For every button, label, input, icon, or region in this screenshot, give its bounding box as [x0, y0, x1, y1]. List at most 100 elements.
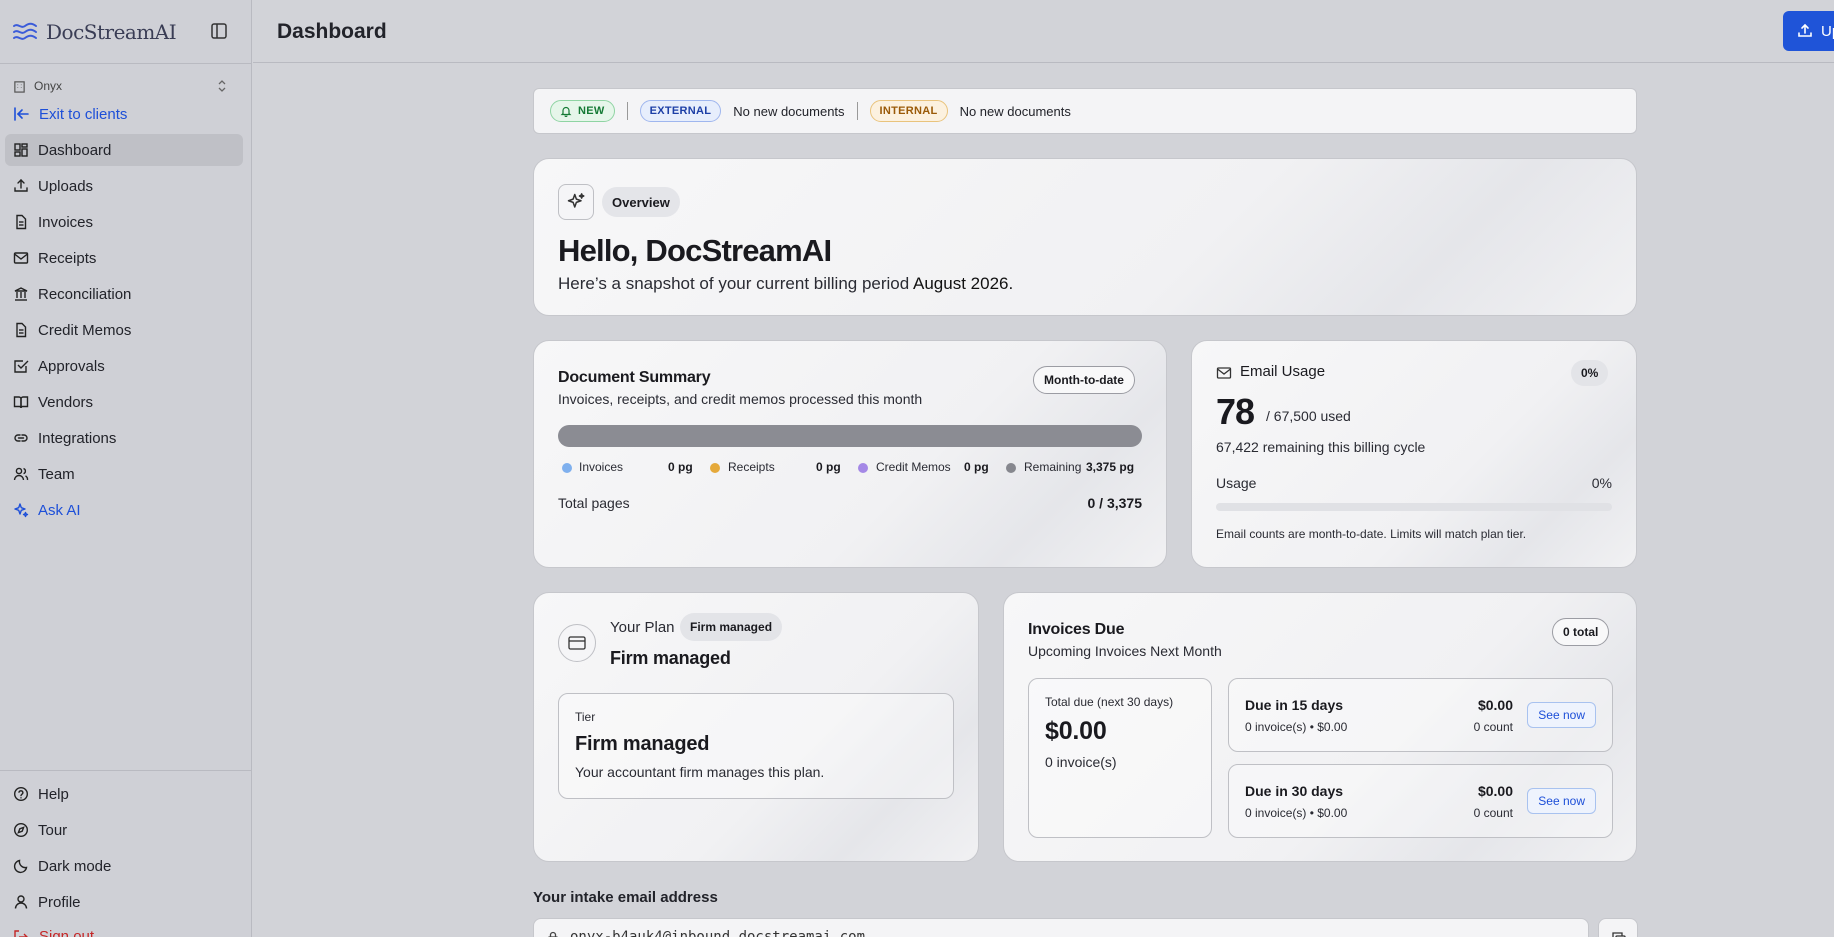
- sidebar-item-label: Approvals: [38, 357, 105, 375]
- intake-email-label: Your intake email address: [533, 889, 718, 906]
- legend-label: Invoices: [579, 460, 624, 474]
- users-icon: [13, 467, 29, 481]
- sidebar-item-receipts[interactable]: Receipts: [5, 242, 243, 274]
- sidebar-nav: Dashboard Uploads Invoices Receipts Reco…: [5, 134, 243, 530]
- legend-dot-remaining: [1006, 463, 1016, 473]
- document-summary-card: Document Summary Invoices, receipts, and…: [533, 340, 1167, 568]
- sidebar-item-uploads[interactable]: Uploads: [5, 170, 243, 202]
- total-due-amount: $0.00: [1045, 717, 1107, 745]
- sidebar-item-invoices[interactable]: Invoices: [5, 206, 243, 238]
- month-to-date-badge: Month-to-date: [1033, 366, 1135, 394]
- card-title: Document Summary: [558, 369, 711, 386]
- legend-label: Credit Memos: [876, 460, 951, 474]
- top-header: Dashboard Upload: [253, 0, 1834, 63]
- internal-status: No new documents: [959, 103, 1071, 119]
- usage-legend: Invoices 0 pg Receipts 0 pg Credit Memos…: [558, 460, 1142, 476]
- email-usage-card: Email Usage 0% 78 / 67,500 used 67,422 r…: [1191, 340, 1637, 568]
- total-due-label: Total due (next 30 days): [1045, 695, 1174, 709]
- sidebar-item-dark-mode[interactable]: Dark mode: [5, 850, 243, 882]
- tier-name: Firm managed: [575, 733, 710, 755]
- log-out-icon: [14, 929, 28, 937]
- check-square-icon: [14, 360, 29, 373]
- sidebar-item-vendors[interactable]: Vendors: [5, 386, 243, 418]
- sidebar-item-dashboard[interactable]: Dashboard: [5, 134, 243, 166]
- sidebar-item-ask-ai[interactable]: Ask AI: [5, 494, 243, 526]
- card-subtitle: Upcoming Invoices Next Month: [1028, 643, 1222, 659]
- sidebar-item-label: Vendors: [38, 393, 94, 411]
- plan-badge: Firm managed: [680, 613, 783, 641]
- external-badge: EXTERNAL: [639, 100, 722, 122]
- sidebar-item-label: Dark mode: [38, 857, 112, 875]
- sparkles-icon: [567, 193, 585, 208]
- sign-out-label: Sign out: [39, 928, 95, 937]
- see-now-button[interactable]: See now: [1527, 788, 1596, 814]
- legend-value: 3,375 pg: [1086, 460, 1135, 474]
- bank-icon: [14, 287, 28, 301]
- sidebar-item-team[interactable]: Team: [5, 458, 243, 490]
- card-title: Email Usage: [1240, 363, 1326, 380]
- exit-label: Exit to clients: [39, 105, 128, 123]
- due-row-title: Due in 15 days: [1245, 697, 1344, 713]
- plan-name: Firm managed: [610, 648, 731, 668]
- due-row-amount: $0.00: [1477, 697, 1513, 713]
- card-subtitle: Invoices, receipts, and credit memos pro…: [558, 391, 923, 407]
- copy-email-button[interactable]: [1598, 918, 1638, 937]
- sidebar-toggle-icon[interactable]: [210, 22, 228, 40]
- overview-card: Overview Hello, DocStreamAI Here’s a sna…: [533, 158, 1637, 316]
- plan-card: Your Plan Firm managed Firm managed Tier…: [533, 592, 979, 862]
- sidebar-item-approvals[interactable]: Approvals: [5, 350, 243, 382]
- sidebar-item-tour[interactable]: Tour: [5, 814, 243, 846]
- upload-icon: [14, 179, 28, 192]
- exit-to-clients-link[interactable]: Exit to clients: [13, 104, 127, 124]
- building-icon: [14, 80, 25, 93]
- usage-stacked-bar: [558, 425, 1142, 447]
- sidebar-item-reconciliation[interactable]: Reconciliation: [5, 278, 243, 310]
- sidebar-item-integrations[interactable]: Integrations: [5, 422, 243, 454]
- org-switcher[interactable]: Onyx: [13, 78, 235, 94]
- usage-label: Usage: [1216, 475, 1257, 491]
- sidebar-item-label: Help: [38, 785, 69, 803]
- sidebar-item-help[interactable]: Help: [5, 778, 243, 810]
- new-badge: NEW: [550, 100, 615, 122]
- divider: [856, 102, 858, 120]
- mail-icon: [13, 252, 29, 264]
- due-row-count: 0 count: [1473, 720, 1513, 734]
- compass-icon: [13, 822, 29, 838]
- sidebar-item-label: Credit Memos: [38, 321, 132, 339]
- tier-label: Tier: [575, 710, 596, 724]
- external-status: No new documents: [733, 103, 845, 119]
- brand-logo[interactable]: DocStreamAI: [12, 18, 240, 46]
- due-row-30: Due in 30 days 0 invoice(s) • $0.00 $0.0…: [1228, 764, 1613, 838]
- greeting: Hello, DocStreamAI: [558, 233, 832, 268]
- card-title: Invoices Due: [1028, 621, 1125, 638]
- intake-email-field[interactable]: onyx-b4auk4@inbound.docstreamai.com: [533, 918, 1589, 937]
- org-name: Onyx: [34, 79, 63, 93]
- page-title: Dashboard: [277, 20, 387, 43]
- file-icon: [16, 214, 27, 230]
- internal-badge: INTERNAL: [869, 100, 948, 122]
- sidebar-item-label: Uploads: [38, 177, 94, 195]
- sidebar-item-credit-memos[interactable]: Credit Memos: [5, 314, 243, 346]
- due-row-detail: 0 invoice(s) • $0.00: [1245, 806, 1348, 820]
- overview-badge: Overview: [602, 187, 680, 217]
- divider: [626, 102, 628, 120]
- upload-icon: [1798, 23, 1812, 37]
- legend-label: Receipts: [728, 460, 775, 474]
- upload-button[interactable]: Upload: [1783, 11, 1834, 51]
- bell-icon: [560, 106, 572, 117]
- brand-name: DocStreamAI: [46, 20, 177, 44]
- invoices-due-card: Invoices Due Upcoming Invoices Next Mont…: [1003, 592, 1637, 862]
- lock-icon: [548, 931, 558, 937]
- total-badge: 0 total: [1552, 618, 1610, 646]
- total-pages-label: Total pages: [558, 495, 630, 511]
- sidebar-item-label: Receipts: [38, 249, 97, 267]
- billing-snapshot: Here’s a snapshot of your current billin…: [558, 274, 1013, 294]
- usage-progress-track: [1216, 503, 1612, 511]
- link-icon: [14, 434, 28, 442]
- legend-value: 0 pg: [816, 460, 841, 474]
- plan-label: Your Plan: [610, 619, 675, 636]
- sign-out-link[interactable]: Sign out: [13, 928, 94, 937]
- sidebar-item-profile[interactable]: Profile: [5, 886, 243, 918]
- see-now-button[interactable]: See now: [1527, 702, 1596, 728]
- moon-icon: [13, 859, 28, 874]
